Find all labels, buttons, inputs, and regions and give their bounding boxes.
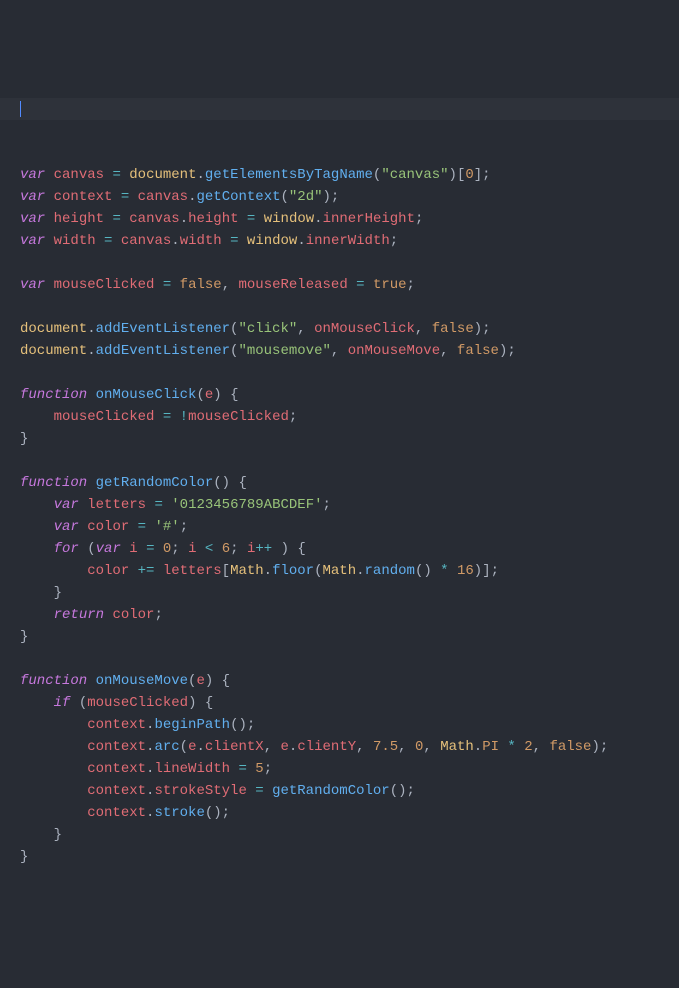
identifier: canvas (54, 167, 104, 183)
code-line[interactable]: } (20, 629, 28, 645)
code-line[interactable]: var mouseClicked = false, mouseReleased … (20, 277, 415, 293)
code-line[interactable]: function onMouseMove(e) { (20, 673, 230, 689)
method-name: getElementsByTagName (205, 167, 373, 183)
code-line[interactable]: var width = canvas.width = window.innerW… (20, 233, 398, 249)
code-line[interactable]: var context = canvas.getContext("2d"); (20, 189, 339, 205)
code-line[interactable]: function onMouseClick(e) { (20, 387, 238, 403)
code-line[interactable]: var letters = '0123456789ABCDEF'; (20, 497, 331, 513)
code-line[interactable]: } (20, 585, 62, 601)
string-literal: "canvas" (381, 167, 448, 183)
code-line[interactable]: context.beginPath(); (20, 717, 255, 733)
function-def: onMouseMove (96, 673, 188, 689)
code-line[interactable]: context.arc(e.clientX, e.clientY, 7.5, 0… (20, 739, 608, 755)
code-line[interactable]: function getRandomColor() { (20, 475, 247, 491)
object-document: document (129, 167, 196, 183)
code-line[interactable]: } (20, 431, 28, 447)
code-line[interactable]: return color; (20, 607, 163, 623)
code-line[interactable]: document.addEventListener("mousemove", o… (20, 343, 516, 359)
code-line[interactable]: context.strokeStyle = getRandomColor(); (20, 783, 415, 799)
code-line[interactable]: document.addEventListener("click", onMou… (20, 321, 491, 337)
code-line[interactable]: if (mouseClicked) { (20, 695, 213, 711)
code-line[interactable]: mouseClicked = !mouseClicked; (20, 409, 297, 425)
code-line[interactable]: context.stroke(); (20, 805, 230, 821)
code-line[interactable]: } (20, 849, 28, 865)
number-literal: 0 (465, 167, 473, 183)
current-line-highlight (0, 98, 679, 120)
function-def: onMouseClick (96, 387, 197, 403)
code-line[interactable]: for (var i = 0; i < 6; i++ ) { (20, 541, 306, 557)
code-line[interactable]: var height = canvas.height = window.inne… (20, 211, 423, 227)
keyword-var: var (20, 167, 45, 183)
code-line[interactable]: var color = '#'; (20, 519, 188, 535)
code-line[interactable]: } (20, 827, 62, 843)
function-def: getRandomColor (96, 475, 214, 491)
text-cursor (20, 101, 21, 117)
code-line[interactable]: context.lineWidth = 5; (20, 761, 272, 777)
code-line[interactable]: color += letters[Math.floor(Math.random(… (20, 563, 499, 579)
code-editor[interactable]: var canvas = document.getElementsByTagNa… (20, 98, 679, 868)
code-line[interactable]: var canvas = document.getElementsByTagNa… (20, 167, 491, 183)
